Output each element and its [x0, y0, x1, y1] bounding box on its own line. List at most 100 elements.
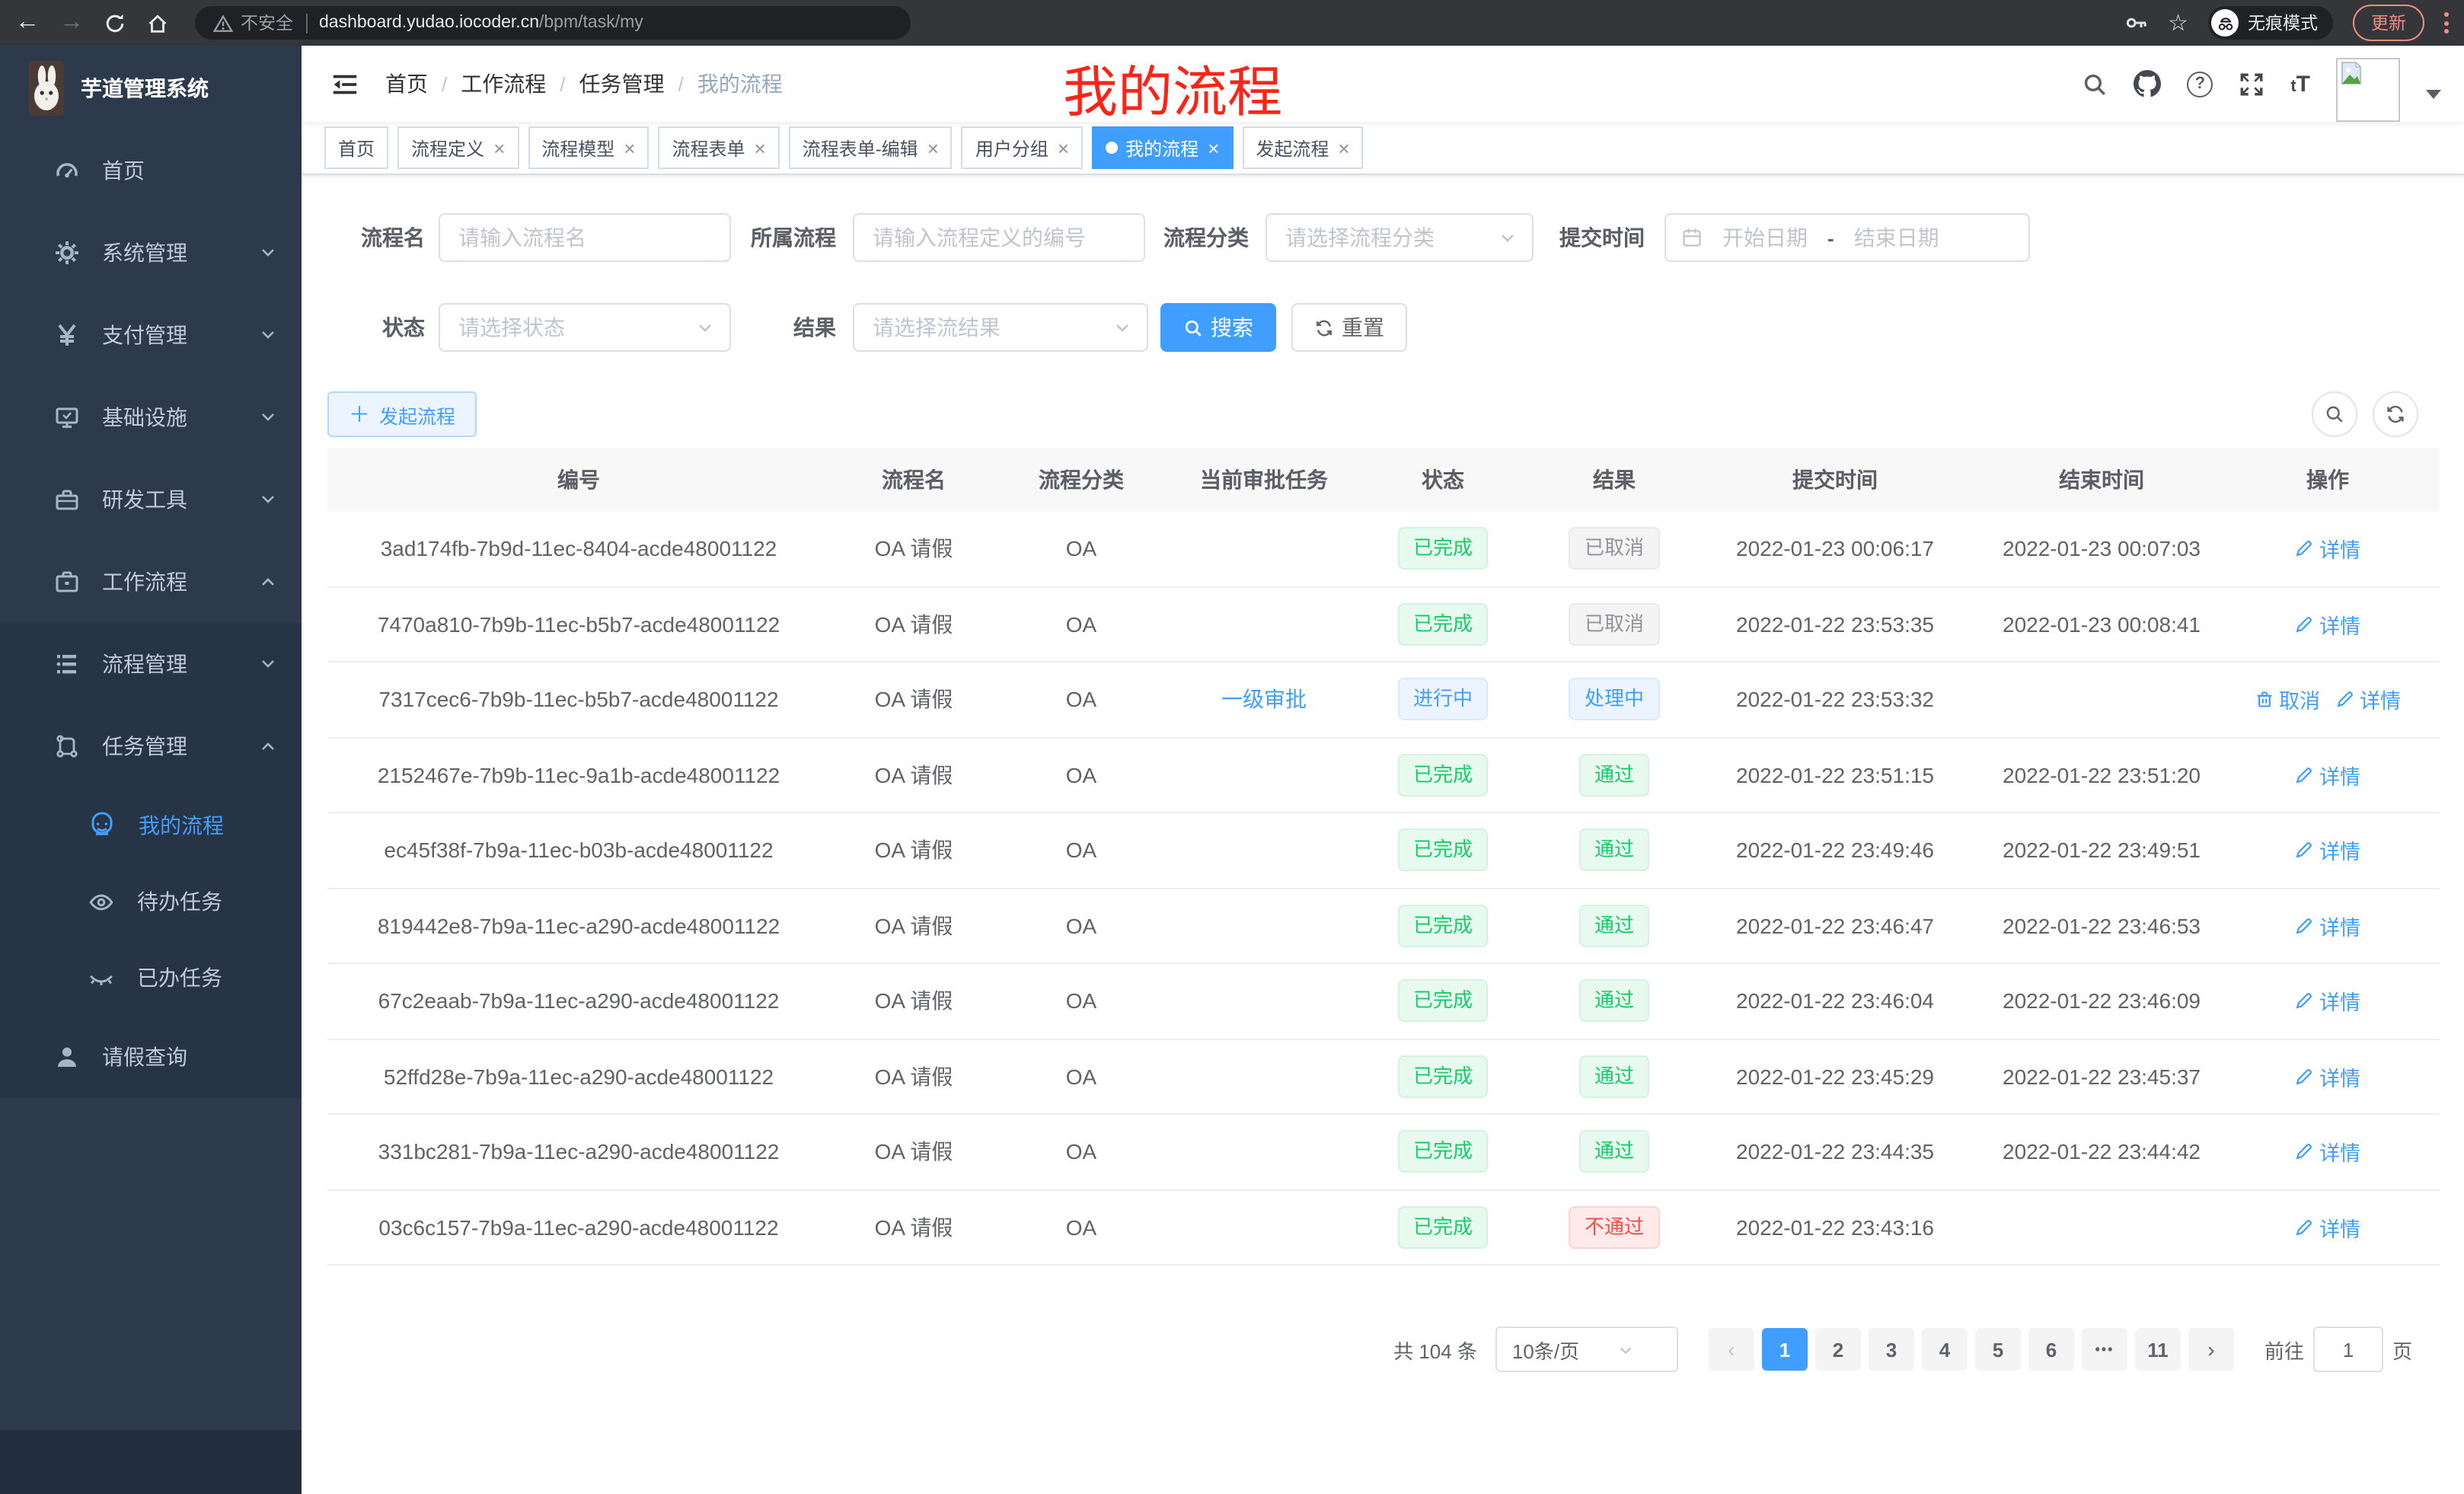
breadcrumb-current: 我的流程	[697, 69, 783, 99]
tab-process-definition[interactable]: 流程定义×	[397, 126, 519, 169]
tab-user-group[interactable]: 用户分组×	[962, 126, 1083, 169]
status-badge: 已完成	[1398, 1055, 1488, 1098]
sidebar-item-payment-mgmt[interactable]: 支付管理	[0, 294, 302, 376]
close-tab-icon[interactable]: ×	[493, 138, 505, 158]
process-name-input[interactable]	[440, 225, 729, 250]
prev-page-button[interactable]: ‹	[1709, 1328, 1754, 1371]
hamburger-icon[interactable]	[330, 69, 359, 98]
sidebar-item-my-process[interactable]: 我的流程	[0, 787, 302, 864]
page-button-3[interactable]: 3	[1869, 1328, 1914, 1371]
chevron-down-icon	[1113, 318, 1131, 337]
goto-page-input[interactable]	[2313, 1326, 2383, 1372]
show-search-button[interactable]	[2312, 391, 2357, 437]
detail-action-link[interactable]: 详情	[2295, 1061, 2360, 1092]
sidebar-item-workflow[interactable]: 工作流程	[0, 541, 302, 623]
detail-action-link[interactable]: 详情	[2295, 534, 2360, 564]
password-key-icon[interactable]	[2124, 11, 2148, 35]
sidebar-item-dev-tools[interactable]: 研发工具	[0, 458, 302, 541]
current-task-link[interactable]: 一级审批	[1221, 688, 1307, 712]
sidebar-item-system-mgmt[interactable]: 系统管理	[0, 212, 302, 294]
sidebar-item-label: 已办任务	[137, 962, 222, 993]
tab-start-process[interactable]: 发起流程×	[1242, 126, 1363, 169]
tab-home[interactable]: 首页	[324, 126, 388, 169]
browser-menu-icon[interactable]	[2444, 12, 2449, 34]
page-button-4[interactable]: 4	[1922, 1328, 1968, 1371]
close-tab-icon[interactable]: ×	[1208, 138, 1219, 158]
more-pages-button[interactable]: •••	[2082, 1328, 2127, 1371]
sidebar-item-infrastructure[interactable]: 基础设施	[0, 376, 302, 458]
sidebar-item-label: 首页	[102, 155, 145, 186]
close-tab-icon[interactable]: ×	[755, 138, 766, 158]
chevron-down-icon	[259, 655, 277, 673]
start-process-button[interactable]: ＋ 发起流程	[327, 391, 477, 437]
chevron-down-icon	[1588, 1341, 1664, 1358]
tab-my-process[interactable]: 我的流程×	[1092, 126, 1233, 169]
detail-action-link[interactable]: 详情	[2295, 609, 2360, 640]
app-logo: 芋道管理系统	[0, 46, 302, 129]
tab-process-model[interactable]: 流程模型×	[528, 126, 649, 169]
breadcrumb-task-mgmt[interactable]: 任务管理	[579, 69, 665, 99]
detail-action-link[interactable]: 详情	[2295, 1212, 2360, 1243]
category-select[interactable]: 请选择流程分类	[1266, 213, 1534, 262]
process-id: 331bc281-7b9a-11ec-a290-acde48001122	[378, 1140, 780, 1164]
page-button-5[interactable]: 5	[1975, 1328, 2021, 1371]
page-button-11[interactable]: 11	[2135, 1328, 2181, 1371]
refresh-table-button[interactable]	[2373, 391, 2418, 437]
page-button-2[interactable]: 2	[1815, 1328, 1861, 1371]
cancel-action-link[interactable]: 取消	[2255, 685, 2320, 715]
detail-action-link[interactable]: 详情	[2295, 835, 2360, 866]
close-tab-icon[interactable]: ×	[1058, 138, 1069, 158]
process-name: OA 请假	[875, 688, 953, 712]
search-icon[interactable]	[2082, 71, 2108, 97]
result-select[interactable]: 请选择流结果	[853, 303, 1148, 352]
search-button[interactable]: 搜索	[1160, 303, 1276, 352]
incognito-icon	[2211, 9, 2239, 37]
tab-process-form[interactable]: 流程表单×	[658, 126, 779, 169]
fullscreen-icon[interactable]	[2239, 71, 2265, 97]
tab-process-form-edit[interactable]: 流程表单-编辑×	[789, 126, 953, 169]
pen-icon	[2335, 691, 2354, 709]
chevron-down-icon[interactable]	[2426, 90, 2441, 99]
tab-label: 首页	[338, 135, 375, 161]
sidebar-item-todo-tasks[interactable]: 待办任务	[0, 864, 302, 940]
process-name: OA 请假	[875, 1065, 953, 1089]
page-button-1[interactable]: 1	[1762, 1328, 1808, 1371]
font-size-icon[interactable]: tT	[2290, 71, 2310, 97]
update-button[interactable]: 更新	[2353, 5, 2424, 41]
detail-action-link[interactable]: 详情	[2295, 760, 2360, 790]
next-page-button[interactable]: ›	[2188, 1328, 2234, 1371]
sidebar-item-process-mgmt[interactable]: 流程管理	[0, 623, 302, 705]
close-tab-icon[interactable]: ×	[1338, 138, 1349, 158]
page-button-6[interactable]: 6	[2028, 1328, 2074, 1371]
breadcrumb-workflow[interactable]: 工作流程	[461, 69, 546, 99]
reset-button[interactable]: 重置	[1291, 303, 1407, 352]
bookmark-star-icon[interactable]: ☆	[2168, 9, 2188, 37]
gear-icon	[55, 241, 79, 265]
detail-action-link[interactable]: 详情	[2335, 685, 2401, 715]
detail-action-link[interactable]: 详情	[2295, 1137, 2360, 1167]
detail-action-link[interactable]: 详情	[2295, 986, 2360, 1017]
sidebar-item-task-mgmt[interactable]: 任务管理	[0, 705, 302, 787]
breadcrumb-home[interactable]: 首页	[385, 69, 428, 99]
red-annotation-text: 我的流程	[1063, 49, 1282, 128]
address-bar[interactable]: 不安全 dashboard.yudao.iocoder.cn/bpm/task/…	[195, 6, 911, 40]
detail-action-link[interactable]: 详情	[2295, 911, 2360, 941]
close-tab-icon[interactable]: ×	[927, 138, 939, 158]
reload-icon[interactable]	[104, 11, 126, 34]
sidebar-item-home[interactable]: 首页	[0, 129, 302, 212]
github-icon[interactable]	[2134, 70, 2161, 97]
status-select[interactable]: 请选择状态	[439, 303, 731, 352]
process-id-input[interactable]	[854, 225, 1144, 250]
sidebar-item-done-tasks[interactable]: 已办任务	[0, 940, 302, 1016]
page-size-select[interactable]: 10条/页	[1495, 1326, 1678, 1372]
avatar[interactable]	[2336, 58, 2400, 122]
home-icon[interactable]	[146, 11, 169, 34]
close-tab-icon[interactable]: ×	[624, 138, 635, 158]
security-status[interactable]: 不安全	[213, 11, 293, 35]
date-range-picker[interactable]: 开始日期 - 结束日期	[1664, 213, 2030, 262]
sidebar-item-leave-query[interactable]: 请假查询	[0, 1016, 302, 1098]
sidebar-item-label: 我的流程	[139, 810, 224, 841]
forward-icon[interactable]: →	[59, 9, 84, 37]
back-icon[interactable]: ←	[15, 9, 40, 37]
help-icon[interactable]: ?	[2187, 71, 2213, 97]
